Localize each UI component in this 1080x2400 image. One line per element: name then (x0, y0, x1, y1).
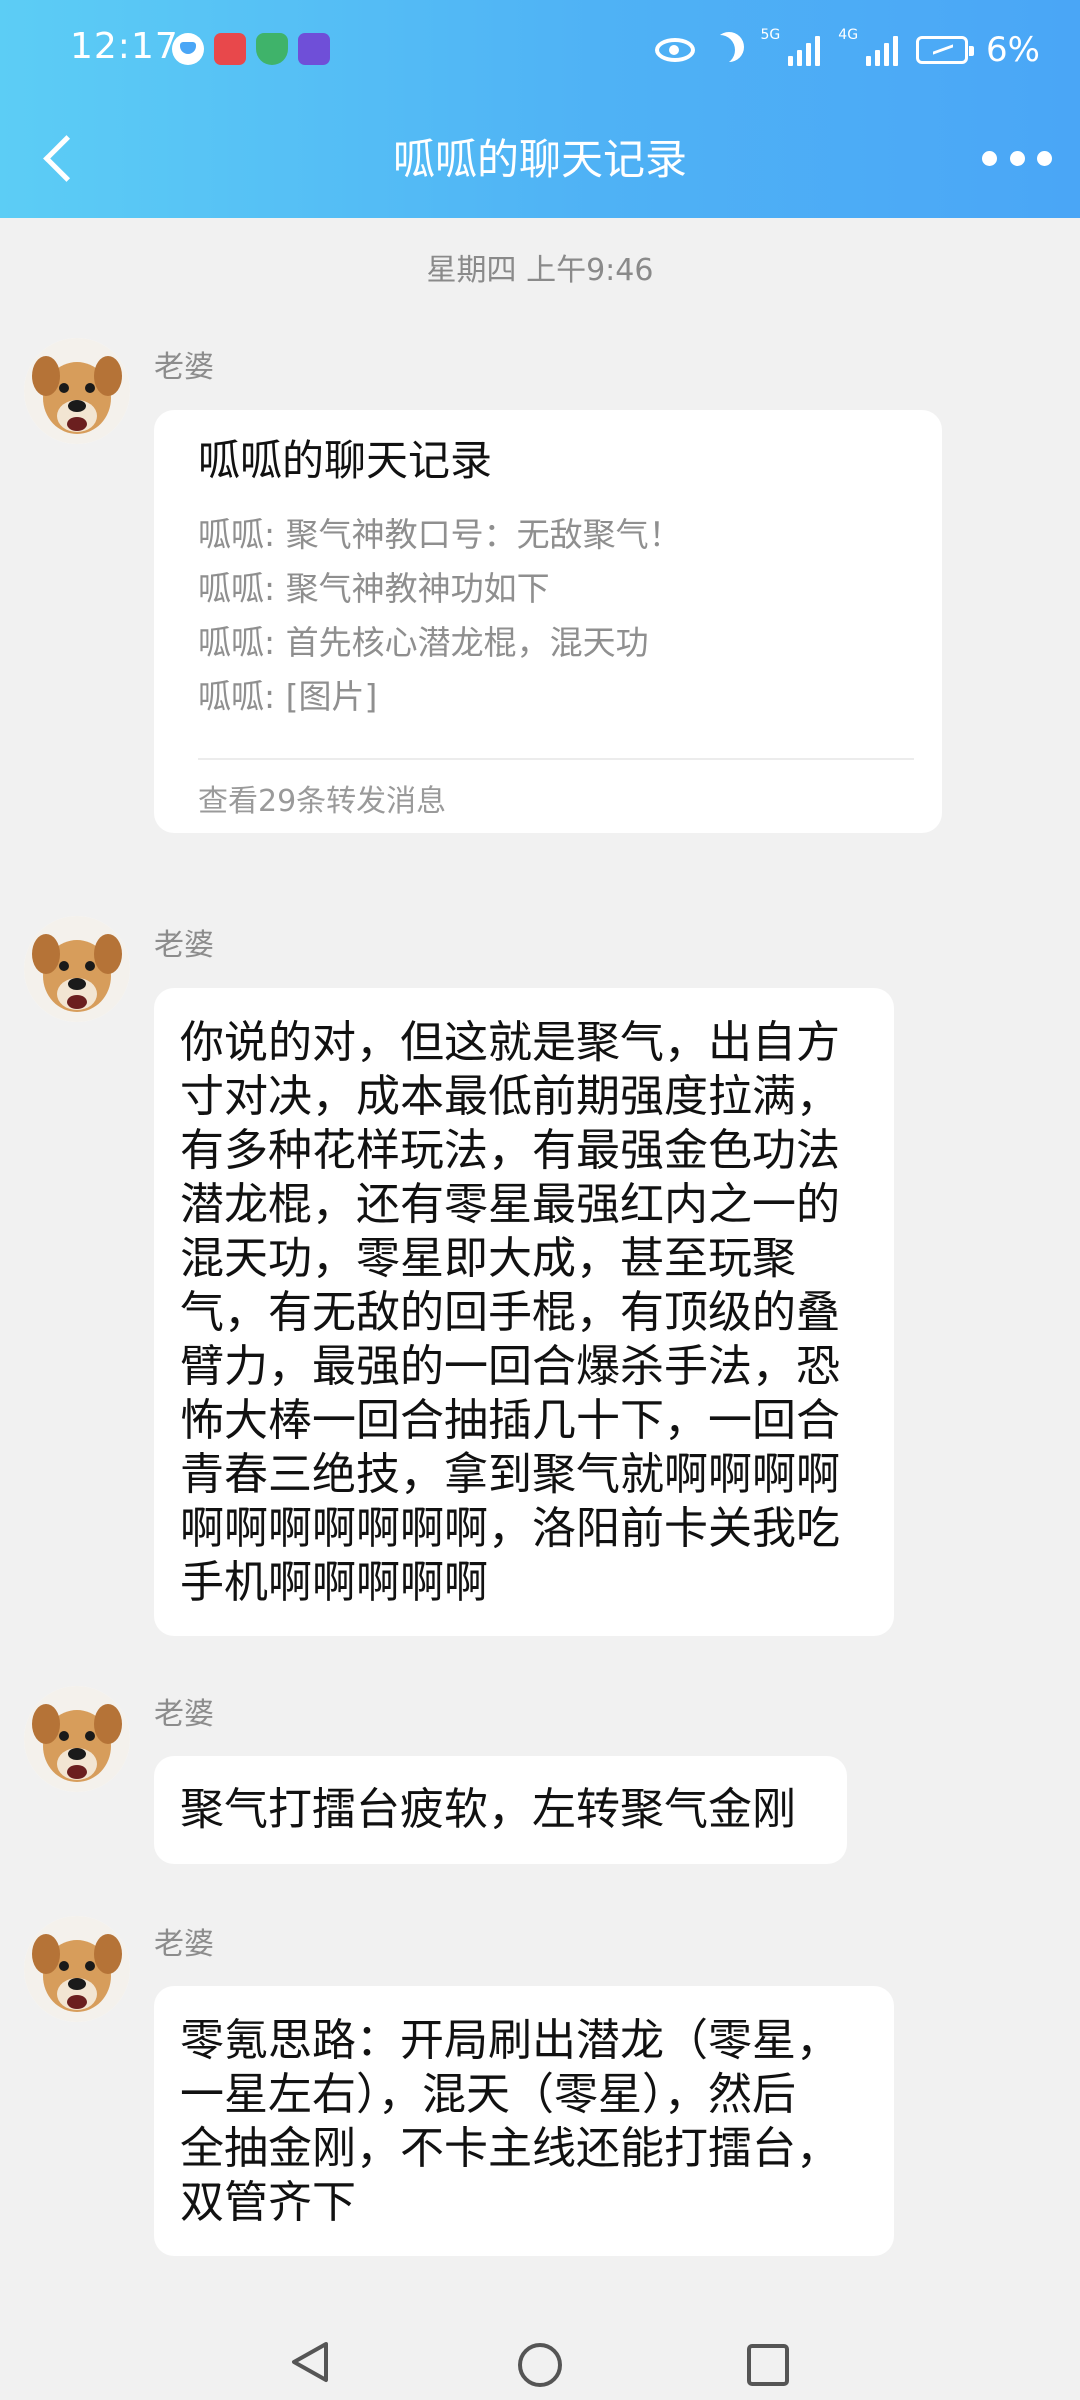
message-bubble[interactable]: 零氪思路：开局刷出潜龙（零星， 一星左右），混天（零星），然后 全抽金刚，不卡主… (154, 1986, 894, 2256)
avatar[interactable] (24, 338, 130, 444)
message-line: 混天功，零星即大成，甚至玩聚 (180, 1233, 796, 1284)
message-bubble[interactable]: 你说的对，但这就是聚气，出自方 寸对决，成本最低前期强度拉满， 有多种花样玩法，… (154, 988, 894, 1636)
sender-name: 老婆 (154, 350, 214, 385)
header: 12:17 5G 4G 6% 呱呱的聊天记录 (0, 0, 1080, 218)
forwarded-chat-card[interactable]: 呱呱的聊天记录 呱呱: 聚气神教口号：无敌聚气！ 呱呱: 聚气神教神功如下 呱呱… (154, 410, 942, 833)
status-time: 12:17 (70, 26, 179, 67)
message-line: 你说的对，但这就是聚气，出自方 (180, 1017, 840, 1068)
forward-card-title: 呱呱的聊天记录 (198, 436, 493, 485)
status-right: 5G 4G 6% (654, 27, 1040, 72)
message-line: 零氪思路：开局刷出潜龙（零星， (180, 2015, 840, 2066)
system-nav-bar (0, 2290, 1080, 2400)
signal-icon (866, 34, 899, 66)
battery-percent: 6% (986, 30, 1040, 70)
message-line: 臂力，最强的一回合爆杀手法，恐 (180, 1341, 840, 1392)
dog-avatar-icon (24, 1916, 130, 2022)
message-line: 有多种花样玩法，有最强金色功法 (180, 1125, 840, 1176)
dog-avatar-icon (24, 338, 130, 444)
message-line: 怖大棒一回合抽插几十下，一回合 (180, 1395, 840, 1446)
avatar[interactable] (24, 1916, 130, 2022)
shield-icon (256, 33, 288, 65)
avatar[interactable] (24, 1686, 130, 1792)
message-line: 潜龙棍，还有零星最强红内之一的 (180, 1179, 840, 1230)
home-circle-icon[interactable] (517, 2342, 563, 2388)
moon-icon (705, 35, 735, 65)
chat-timestamp: 星期四 上午9:46 (426, 253, 654, 288)
more-dots-icon[interactable] (982, 128, 1052, 188)
graduation-icon (298, 33, 330, 65)
message-line: 一星左右），混天（零星），然后 (180, 2069, 796, 2120)
divider (198, 758, 914, 760)
network-4g-label: 4G (838, 27, 859, 43)
network-5g-label: 5G (760, 27, 781, 43)
message-line: 全抽金刚，不卡主线还能打擂台， (180, 2123, 840, 2174)
battery-charging-icon (916, 36, 975, 64)
message-line: 双管齐下 (180, 2177, 356, 2228)
dog-avatar-icon (24, 1686, 130, 1792)
message-bubble[interactable]: 聚气打擂台疲软，左转聚气金刚 (154, 1756, 847, 1864)
status-bar: 12:17 5G 4G 6% (0, 0, 1080, 100)
dog-avatar-icon (24, 916, 130, 1022)
page-title: 呱呱的聊天记录 (392, 135, 687, 184)
recents-square-icon[interactable] (746, 2343, 790, 2387)
back-triangle-icon[interactable] (288, 2340, 328, 2382)
view-forwarded-link[interactable]: 查看29条转发消息 (198, 776, 446, 820)
message-line: 青春三绝技，拿到聚气就啊啊啊啊 (180, 1449, 840, 1500)
forward-line: 呱呱: 首先核心潜龙棍，混天功 (198, 623, 649, 662)
eye-icon (654, 38, 695, 62)
forward-line: 呱呱: 聚气神教神功如下 (198, 569, 550, 608)
heart-icon (172, 33, 204, 65)
nav-bar: 呱呱的聊天记录 (0, 100, 1080, 218)
message-line: 气，有无敌的回手棍，有顶级的叠 (180, 1287, 840, 1338)
message-line: 啊啊啊啊啊啊啊，洛阳前卡关我吃 (180, 1503, 840, 1554)
message-line: 聚气打擂台疲软，左转聚气金刚 (180, 1784, 796, 1835)
forward-line: 呱呱: 聚气神教口号：无敌聚气！ (198, 515, 682, 554)
message-line: 手机啊啊啊啊啊 (180, 1557, 488, 1608)
forward-line: 呱呱: [图片] (198, 677, 378, 716)
signal-icon (788, 34, 821, 66)
message-line: 寸对决，成本最低前期强度拉满， (180, 1071, 840, 1122)
avatar[interactable] (24, 916, 130, 1022)
sender-name: 老婆 (154, 1697, 214, 1732)
app-red-icon (214, 33, 246, 65)
sender-name: 老婆 (154, 1927, 214, 1962)
sender-name: 老婆 (154, 928, 214, 963)
